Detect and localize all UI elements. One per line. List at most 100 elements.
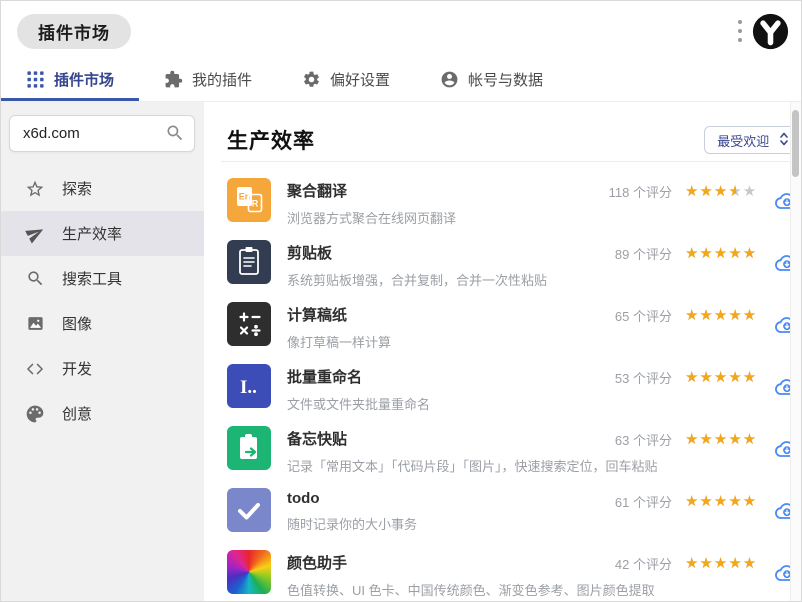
star-rating-icon: ★★★★★★★★★★ [684, 368, 758, 386]
scrollbar[interactable] [790, 102, 801, 601]
plugin-rating: 63 个评分 ★★★★★ ★★★★★ [615, 430, 757, 449]
grid-icon [26, 70, 45, 89]
code-icon [25, 359, 45, 379]
rating-count: 53 个评分 [614, 371, 672, 386]
plugin-rating: 61 个评分 ★★★★★ ★★★★★ [615, 492, 757, 511]
star-rating-icon: ★★★★★★★★★★ [684, 492, 758, 510]
app-window: 插件市场 插件市场 我的插件 偏好设置 帐号与数据 x6d.com 探索 生产效… [0, 0, 802, 602]
calculator-icon [227, 302, 271, 346]
sort-dropdown[interactable]: 最受欢迎 [704, 126, 801, 154]
star-rating-icon: ★★★★★★★★★★ [684, 430, 758, 448]
content-area: 探索生产效率搜索工具图像开发创意 生产效率 最受欢迎 EnR聚合翻译浏览器方式聚… [1, 102, 801, 601]
rating-count: 63 个评分 [614, 433, 672, 448]
rating-count: 89 个评分 [614, 247, 672, 262]
paper-plane-icon [24, 224, 45, 244]
page-title: 生产效率 [227, 130, 315, 153]
tab-my-plugins[interactable]: 我的插件 [139, 61, 277, 101]
rating-count: 61 个评分 [614, 495, 672, 510]
main-header: 生产效率 最受欢迎 [227, 102, 801, 161]
kebab-menu-icon[interactable] [734, 14, 746, 48]
sidebar-item-image[interactable]: 图像 [1, 301, 204, 346]
tab-label: 帐号与数据 [468, 72, 544, 89]
rating-count: 118 个评分 [608, 185, 672, 200]
plugin-name: 批量重命名 [287, 369, 363, 386]
star-icon [25, 179, 45, 199]
gear-icon [302, 70, 321, 89]
sidebar-item-label: 生产效率 [62, 226, 123, 243]
sidebar-item-label: 创意 [62, 406, 93, 423]
plugin-desc: 浏览器方式聚合在线网页翻译 [287, 211, 457, 226]
tab-label: 我的插件 [192, 72, 253, 89]
window-topbar: 插件市场 [1, 1, 801, 61]
app-badge: 插件市场 [17, 13, 131, 49]
plugin-rating: 53 个评分 ★★★★★ ★★★★★ [615, 368, 757, 387]
plugin-desc: 系统剪贴板增强，合并复制，合并一次性粘贴 [287, 273, 548, 288]
plugin-row[interactable]: EnR 聚合翻译浏览器方式聚合在线网页翻译 118 个评分 ★★★★★★★★★★ [227, 171, 800, 233]
rename-icon: I.. [227, 364, 271, 408]
sidebar-item-label: 探索 [62, 181, 93, 198]
sidebar-item-creative[interactable]: 创意 [1, 391, 204, 436]
sidebar-item-explore[interactable]: 探索 [1, 166, 204, 211]
color-wheel-icon [227, 550, 271, 594]
plugin-row[interactable]: 剪贴板系统剪贴板增强，合并复制，合并一次性粘贴 89 个评分 ★★★★★ ★★★★★ [227, 233, 800, 295]
plugin-desc: 色值转换、UI 色卡、中国传统颜色、渐变色参考、图片颜色提取 [287, 583, 655, 598]
plugin-desc: 记录「常用文本」「代码片段」「图片」，快速搜索定位，回车粘贴 [287, 459, 658, 474]
plugin-desc: 随时记录你的大小事务 [287, 517, 418, 532]
tab-label: 偏好设置 [330, 72, 391, 89]
palette-icon [25, 404, 45, 424]
star-rating-icon: ★★★★★★★★★★ [684, 182, 758, 200]
star-rating-icon: ★★★★★★★★★★ [684, 306, 758, 324]
sidebar-item-search-tools[interactable]: 搜索工具 [1, 256, 204, 301]
sidebar-item-label: 开发 [62, 361, 93, 378]
sort-chevrons-icon [779, 131, 789, 150]
star-rating-icon: ★★★★★★★★★★ [684, 554, 758, 572]
plugin-row[interactable]: todo 随时记录你的大小事务 61 个评分 ★★★★★ ★★★★★ [227, 481, 800, 543]
translate-icon: En R [227, 178, 271, 222]
sidebar-item-productivity[interactable]: 生产效率 [1, 211, 204, 256]
plugin-rating: 89 个评分 ★★★★★ ★★★★★ [615, 244, 757, 263]
svg-text:R: R [252, 199, 259, 209]
tab-preferences[interactable]: 偏好设置 [277, 61, 415, 101]
star-rating-icon: ★★★★★★★★★★ [684, 244, 758, 262]
sidebar-item-label: 搜索工具 [62, 271, 123, 288]
rating-count: 42 个评分 [614, 557, 672, 572]
sidebar-search [9, 115, 195, 152]
plugin-desc: 文件或文件夹批量重命名 [287, 397, 431, 412]
puzzle-icon [164, 70, 183, 89]
sort-dropdown-label: 最受欢迎 [717, 133, 770, 149]
plugin-name: 计算稿纸 [287, 307, 348, 324]
topbar-actions [734, 13, 789, 50]
plugin-row[interactable]: 计算稿纸像打草稿一样计算 65 个评分 ★★★★★ ★★★★★ [227, 295, 800, 357]
search-icon [25, 269, 45, 289]
tab-label: 插件市场 [54, 72, 115, 89]
sidebar-item-dev[interactable]: 开发 [1, 346, 204, 391]
plugin-name: 聚合翻译 [287, 183, 348, 200]
plugin-name: 颜色助手 [287, 555, 348, 572]
rating-count: 65 个评分 [614, 309, 672, 324]
plugin-name: 剪贴板 [287, 245, 333, 262]
tab-account[interactable]: 帐号与数据 [415, 61, 568, 101]
utools-logo-icon[interactable] [752, 13, 789, 50]
plugin-rating: 118 个评分 ★★★★★★★★★★ [609, 182, 758, 201]
image-icon [25, 314, 45, 334]
plugin-desc: 像打草稿一样计算 [287, 335, 392, 350]
plugin-rating: 42 个评分 ★★★★★ ★★★★★ [615, 554, 757, 573]
scrollbar-thumb[interactable] [792, 110, 799, 177]
tab-market[interactable]: 插件市场 [1, 61, 140, 101]
plugin-row[interactable]: 颜色助手色值转换、UI 色卡、中国传统颜色、渐变色参考、图片颜色提取 42 个评分… [227, 543, 800, 601]
plugin-name: todo [287, 490, 320, 507]
tab-bar: 插件市场 我的插件 偏好设置 帐号与数据 [1, 61, 801, 102]
sidebar-item-label: 图像 [62, 316, 93, 333]
person-icon [440, 70, 459, 89]
search-icon[interactable] [165, 123, 185, 143]
memo-icon [227, 426, 271, 470]
plugin-name: 备忘快贴 [287, 431, 348, 448]
sidebar: 探索生产效率搜索工具图像开发创意 [1, 102, 204, 601]
svg-text:I..: I.. [240, 377, 257, 398]
plugin-row[interactable]: 备忘快贴记录「常用文本」「代码片段」「图片」，快速搜索定位，回车粘贴 63 个评分… [227, 419, 800, 481]
plugin-row[interactable]: I.. 批量重命名文件或文件夹批量重命名 53 个评分 ★★★★★ ★★★★★ [227, 357, 800, 419]
clipboard-icon [227, 240, 271, 284]
check-icon [227, 488, 271, 532]
main-panel: 生产效率 最受欢迎 En R 聚合翻译浏览器方式聚合在线网页翻译 118 个评分 ★★★… [204, 102, 801, 601]
plugin-rating: 65 个评分 ★★★★★ ★★★★★ [615, 306, 757, 325]
